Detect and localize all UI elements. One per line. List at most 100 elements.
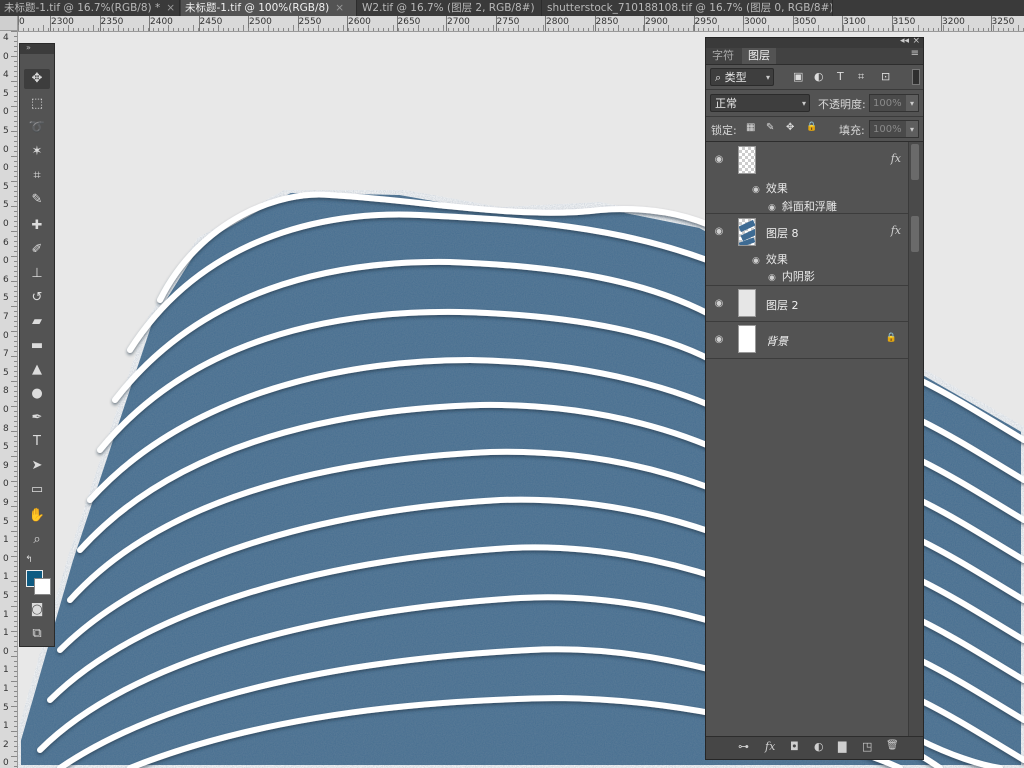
visibility-eye-icon[interactable]: ◉ bbox=[752, 256, 760, 266]
dodge-tool-icon[interactable]: ● bbox=[24, 384, 50, 404]
tab-character[interactable]: 字符 bbox=[706, 48, 740, 64]
opacity-field[interactable]: 100% ▾ bbox=[869, 94, 919, 112]
layer-row[interactable]: ◉ 背景 🔒 bbox=[706, 322, 911, 359]
horizontal-ruler[interactable]: 0 2300 2350 2400 2450 2500 2550 2600 2650 2700 275… bbox=[18, 16, 1024, 32]
visibility-eye-icon[interactable]: ◉ bbox=[768, 203, 776, 213]
ruler-corner[interactable] bbox=[0, 16, 18, 31]
visibility-eye-icon[interactable]: ◉ bbox=[712, 154, 726, 165]
effects-group[interactable]: ◉ 效果 bbox=[752, 251, 788, 267]
fx-icon[interactable]: fx bbox=[891, 152, 901, 165]
ruler-minor-tick bbox=[743, 25, 744, 31]
new-group-icon[interactable]: ▇ bbox=[838, 740, 846, 753]
close-icon[interactable]: × bbox=[335, 2, 344, 14]
brush-tool-icon[interactable]: ✐ bbox=[24, 240, 50, 260]
layer-name[interactable]: 图层 8 bbox=[766, 225, 799, 241]
layer-filter-dropdown[interactable]: ⌕ 类型 ▾ bbox=[710, 68, 774, 86]
layer-name[interactable]: 图层 2 bbox=[766, 297, 799, 313]
screen-mode-icon[interactable]: ⧉ bbox=[24, 624, 50, 644]
ruler-tick-label: 0 bbox=[3, 163, 9, 174]
quick-mask-icon[interactable]: ◙ bbox=[24, 600, 50, 620]
shape-tool-icon[interactable]: ▭ bbox=[24, 480, 50, 500]
close-icon[interactable]: × bbox=[912, 36, 920, 46]
delete-layer-icon[interactable]: 🗑 bbox=[886, 740, 899, 751]
lock-transparent-icon[interactable]: ▦ bbox=[746, 122, 755, 133]
panel-titlebar[interactable]: ◂◂ × bbox=[706, 36, 923, 48]
type-filter-icon[interactable]: T bbox=[837, 70, 844, 83]
pen-tool-icon[interactable]: ✒ bbox=[24, 408, 50, 428]
eyedropper-tool-icon[interactable]: ✎ bbox=[24, 190, 50, 210]
blend-mode-dropdown[interactable]: 正常 ▾ bbox=[710, 94, 810, 112]
shape-filter-icon[interactable]: ⌗ bbox=[858, 70, 864, 84]
visibility-eye-icon[interactable]: ◉ bbox=[712, 334, 726, 345]
ruler-tick bbox=[149, 16, 150, 31]
adjustment-filter-icon[interactable]: ◐ bbox=[814, 70, 824, 83]
layer-row[interactable]: ◉ 图层 2 bbox=[706, 286, 911, 322]
lock-all-icon[interactable]: 🔒 bbox=[806, 122, 817, 132]
panel-menu-icon[interactable]: ≡ bbox=[911, 48, 919, 59]
move-tool-icon[interactable]: ✥ bbox=[24, 69, 50, 89]
add-style-icon[interactable]: fx bbox=[765, 740, 775, 753]
adjustment-layer-icon[interactable]: ◐ bbox=[814, 740, 824, 753]
visibility-eye-icon[interactable]: ◉ bbox=[752, 185, 760, 195]
lock-position-icon[interactable]: ✥ bbox=[786, 122, 794, 133]
lock-pixels-icon[interactable]: ✎ bbox=[766, 122, 774, 133]
effect-item[interactable]: ◉ 斜面和浮雕 bbox=[768, 198, 837, 214]
background-color-swatch[interactable] bbox=[34, 578, 51, 595]
ruler-minor-tick bbox=[428, 28, 429, 31]
pixel-filter-icon[interactable]: ▣ bbox=[793, 70, 803, 83]
type-tool-icon[interactable]: T bbox=[24, 432, 50, 452]
layer-row[interactable]: ◉ fx ◉ 效果 ◉ 斜面和浮雕 bbox=[706, 142, 911, 214]
magic-wand-tool-icon[interactable]: ✶ bbox=[24, 142, 50, 162]
swap-colors-icon[interactable]: ↰ bbox=[22, 554, 36, 566]
collapse-icon[interactable]: ◂◂ bbox=[900, 36, 909, 46]
link-layers-icon[interactable]: ⊶ bbox=[738, 740, 749, 753]
ruler-minor-tick bbox=[803, 28, 804, 31]
zoom-tool-icon[interactable]: ⌕ bbox=[24, 530, 50, 550]
tools-panel-grip[interactable]: » bbox=[20, 43, 54, 54]
document-tab-2[interactable]: 未标题-1.tif @ 100%(RGB/8) × bbox=[181, 0, 357, 16]
layer-name[interactable]: 背景 bbox=[766, 333, 788, 349]
document-tab-4[interactable]: shutterstock_710188108.tif @ 16.7% (图层 0… bbox=[543, 0, 833, 16]
new-layer-icon[interactable]: ◳ bbox=[862, 740, 872, 753]
visibility-eye-icon[interactable]: ◉ bbox=[768, 273, 776, 283]
eraser-tool-icon[interactable]: ▰ bbox=[24, 312, 50, 332]
ruler-minor-tick bbox=[868, 25, 869, 31]
ruler-minor-tick bbox=[14, 366, 17, 367]
chevron-down-icon[interactable]: ▾ bbox=[906, 121, 918, 137]
layers-scrollbar[interactable] bbox=[908, 142, 923, 742]
marquee-tool-icon[interactable]: ⬚ bbox=[24, 94, 50, 114]
chevron-down-icon[interactable]: ▾ bbox=[906, 95, 918, 111]
document-tab-1[interactable]: 未标题-1.tif @ 16.7%(RGB/8) * × bbox=[0, 0, 180, 16]
effects-group[interactable]: ◉ 效果 bbox=[752, 180, 788, 196]
layer-row[interactable]: ◉ 图层 8 fx ◉ 效果 ◉ 内阴影 bbox=[706, 214, 911, 286]
visibility-eye-icon[interactable]: ◉ bbox=[712, 226, 726, 237]
clone-stamp-tool-icon[interactable]: ⊥ bbox=[24, 264, 50, 284]
effect-item[interactable]: ◉ 内阴影 bbox=[768, 268, 815, 284]
path-selection-tool-icon[interactable]: ➤ bbox=[24, 456, 50, 476]
blur-tool-icon[interactable]: ▲ bbox=[24, 360, 50, 380]
gradient-tool-icon[interactable]: ▬ bbox=[24, 336, 50, 356]
ruler-tick-label: 2 bbox=[3, 739, 9, 750]
smart-object-filter-icon[interactable]: ⊡ bbox=[881, 70, 890, 83]
filter-toggle[interactable] bbox=[912, 69, 920, 85]
scrollbar-thumb[interactable] bbox=[911, 216, 919, 252]
collapse-icon[interactable]: » bbox=[26, 43, 31, 52]
healing-brush-tool-icon[interactable]: ✚ bbox=[24, 216, 50, 236]
document-tab-3[interactable]: W2.tif @ 16.7% (图层 2, RGB/8#) × bbox=[358, 0, 542, 16]
close-icon[interactable]: × bbox=[166, 2, 175, 14]
scrollbar-thumb[interactable] bbox=[911, 144, 919, 180]
visibility-eye-icon[interactable]: ◉ bbox=[712, 298, 726, 309]
crop-tool-icon[interactable]: ⌗ bbox=[24, 166, 50, 186]
tab-layers[interactable]: 图层 bbox=[742, 48, 776, 64]
vertical-ruler[interactable]: 4 0 4 5 0 5 0 0 5 5 0 6 0 6 5 7 0 7 5 8 0 8 5 9 0 9 5 1 0 1 5 1 1 0 1 1 5 1 2 0 bbox=[0, 31, 18, 768]
fill-field[interactable]: 100% ▾ bbox=[869, 120, 919, 138]
lasso-tool-icon[interactable]: ➰ bbox=[24, 118, 50, 138]
add-mask-icon[interactable]: ◘ bbox=[790, 740, 799, 753]
ruler-minor-tick bbox=[11, 556, 17, 557]
close-icon[interactable]: × bbox=[541, 2, 542, 14]
history-brush-tool-icon[interactable]: ↺ bbox=[24, 288, 50, 308]
hand-tool-icon[interactable]: ✋ bbox=[24, 506, 50, 526]
ruler-minor-tick bbox=[243, 25, 244, 31]
ruler-minor-tick bbox=[11, 756, 17, 757]
fx-icon[interactable]: fx bbox=[891, 224, 901, 237]
